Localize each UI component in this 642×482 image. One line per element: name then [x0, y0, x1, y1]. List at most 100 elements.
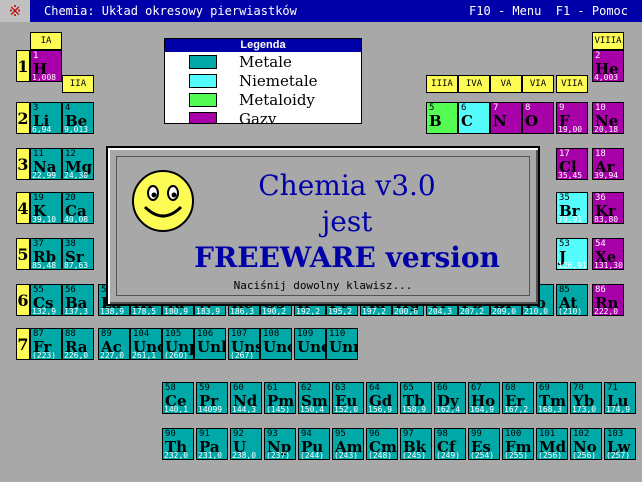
element-cell[interactable]: 6C — [458, 102, 490, 134]
actinide-cell[interactable]: 101 Md (256) — [536, 428, 568, 460]
actinide-cell[interactable]: 97 Bk (245) — [400, 428, 432, 460]
element-cell[interactable]: 1 H 1,008 — [30, 50, 62, 82]
element-cell[interactable]: 5B — [426, 102, 458, 134]
element-cell[interactable]: 110Unn — [326, 328, 358, 360]
system-menu-icon[interactable]: ※ — [0, 0, 30, 22]
element-cell[interactable]: 56 Ba 137,3 — [62, 284, 94, 316]
lanthanide-cell[interactable]: 62 Sm 150,4 — [298, 382, 330, 414]
atomic-mass: 226,0 — [64, 351, 89, 360]
element-cell[interactable]: 3 Li 6,94 — [30, 102, 62, 134]
actinide-cell[interactable]: 90 Th 232,0 — [162, 428, 194, 460]
element-cell[interactable]: 12 Mg 24,30 — [62, 148, 94, 180]
periodic-table: IA IIA IIIA IVA VA VIA VIIA VIIIA 1 2 3 … — [0, 22, 642, 482]
actinide-cell[interactable]: 98 Cf (249) — [434, 428, 466, 460]
atomic-mass: 210,0 — [524, 307, 549, 316]
atomic-mass: (257) — [606, 451, 631, 460]
atomic-mass: (223) — [32, 351, 57, 360]
legend-label: Metaloidy — [239, 91, 315, 109]
legend-item: Metaloidy — [165, 90, 361, 109]
atomic-mass: 156,9 — [368, 405, 393, 414]
lanthanide-cell[interactable]: 61 Pm (145) — [264, 382, 296, 414]
element-cell[interactable]: 8O — [522, 102, 554, 134]
element-cell[interactable]: 88 Ra 226,0 — [62, 328, 94, 360]
atomic-mass: 131,30 — [594, 261, 623, 270]
element-cell[interactable]: 9 F 19,00 — [556, 102, 588, 134]
element-cell[interactable]: 18 Ar 39,94 — [592, 148, 624, 180]
element-cell[interactable]: 106Unh — [194, 328, 226, 360]
element-cell[interactable]: 55 Cs 132,9 — [30, 284, 62, 316]
element-cell[interactable]: 4 Be 9,013 — [62, 102, 94, 134]
legend-label: Niemetale — [239, 72, 318, 90]
atomic-mass: 4,003 — [594, 73, 619, 82]
element-cell[interactable]: 89 Ac 227,0 — [98, 328, 130, 360]
element-cell[interactable]: 53 J 126,91 — [556, 238, 588, 270]
element-cell[interactable]: 85 At (210) — [556, 284, 588, 316]
element-symbol: O — [525, 112, 539, 130]
lanthanide-cell[interactable]: 68 Er 167,2 — [502, 382, 534, 414]
element-cell[interactable]: 10 Ne 20,18 — [592, 102, 624, 134]
element-cell[interactable]: 20 Ca 40,08 — [62, 192, 94, 224]
atomic-mass: 183,9 — [196, 307, 221, 316]
actinide-cell[interactable]: 103 Lw (257) — [604, 428, 636, 460]
actinide-cell[interactable]: 94 Pu (244) — [298, 428, 330, 460]
element-cell[interactable]: 37 Rb 85,48 — [30, 238, 62, 270]
lanthanide-cell[interactable]: 58 Ce 140,1 — [162, 382, 194, 414]
lanthanide-cell[interactable]: 63 Eu 152,0 — [332, 382, 364, 414]
actinide-cell[interactable]: 93 Np (237) — [264, 428, 296, 460]
legend-item: Gazy — [165, 109, 361, 123]
atomic-mass: 232,0 — [164, 451, 189, 460]
actinide-cell[interactable]: 95 Am (243) — [332, 428, 364, 460]
element-cell[interactable]: 19 K 39,10 — [30, 192, 62, 224]
period-label: 1 — [16, 50, 30, 82]
actinide-cell[interactable]: 96 Cm (248) — [366, 428, 398, 460]
element-cell[interactable]: 36 Kr 83,80 — [592, 192, 624, 224]
element-cell[interactable]: 38 Sr 87,63 — [62, 238, 94, 270]
actinide-cell[interactable]: 99 Es (254) — [468, 428, 500, 460]
legend-swatch — [189, 112, 217, 123]
element-cell[interactable]: 2 He 4,003 — [592, 50, 624, 82]
lanthanide-cell[interactable]: 69 Tm 168,3 — [536, 382, 568, 414]
element-cell[interactable]: 105Unp(260) — [162, 328, 194, 360]
atomic-mass: 39,10 — [32, 215, 57, 224]
actinide-cell[interactable]: 91 Pa 231,0 — [196, 428, 228, 460]
element-cell[interactable]: 109Une — [294, 328, 326, 360]
group-label-ia: IA — [30, 32, 62, 50]
splash-dialog[interactable]: Chemia v3.0 jest FREEWARE version Naciśn… — [106, 146, 540, 306]
lanthanide-cell[interactable]: 59 Pr 14099 — [196, 382, 228, 414]
legend-item: Metale — [165, 52, 361, 71]
lanthanide-cell[interactable]: 64 Gd 156,9 — [366, 382, 398, 414]
lanthanide-cell[interactable]: 70 Yb 173,0 — [570, 382, 602, 414]
element-cell[interactable]: 87 Fr (223) — [30, 328, 62, 360]
lanthanide-cell[interactable]: 65 Tb 158,9 — [400, 382, 432, 414]
element-cell[interactable]: 107Uns(267) — [228, 328, 260, 360]
atomic-mass: 14099 — [198, 405, 223, 414]
lanthanide-cell[interactable]: 71 Lu 174,9 — [604, 382, 636, 414]
element-cell[interactable]: 7N — [490, 102, 522, 134]
lanthanide-cell[interactable]: 66 Dy 162,4 — [434, 382, 466, 414]
element-cell[interactable]: 54 Xe 131,30 — [592, 238, 624, 270]
actinide-cell[interactable]: 100 Fm (255) — [502, 428, 534, 460]
group-label-iva: IVA — [458, 75, 490, 93]
element-cell[interactable]: 35 Br 79,91 — [556, 192, 588, 224]
atomic-mass: 204,3 — [428, 307, 453, 316]
app-title: Chemia: Układ okresowy pierwiastków — [44, 4, 297, 18]
lanthanide-cell[interactable]: 60 Nd 144,3 — [230, 382, 262, 414]
atomic-mass: 87,63 — [64, 261, 89, 270]
atomic-mass: 168,3 — [538, 405, 563, 414]
atomic-mass: 40,08 — [64, 215, 89, 224]
element-cell[interactable]: 104Unq261,1 — [130, 328, 162, 360]
atomic-mass: 197,2 — [362, 307, 387, 316]
element-cell[interactable]: 17 Cl 35,45 — [556, 148, 588, 180]
element-cell[interactable]: 11 Na 22,99 — [30, 148, 62, 180]
atomic-mass: 126,91 — [558, 261, 587, 270]
atomic-mass: 195,2 — [328, 307, 353, 316]
element-cell[interactable]: 86 Rn 222,0 — [592, 284, 624, 316]
atomic-mass: (256) — [538, 451, 563, 460]
atomic-mass: 20,18 — [594, 125, 619, 134]
lanthanide-cell[interactable]: 67 Ho 164,9 — [468, 382, 500, 414]
element-cell[interactable]: 108Uno — [260, 328, 292, 360]
actinide-cell[interactable]: 102 No (256) — [570, 428, 602, 460]
atomic-mass: 186,3 — [230, 307, 255, 316]
element-symbol: Unh — [197, 338, 225, 356]
actinide-cell[interactable]: 92 U 238,0 — [230, 428, 262, 460]
